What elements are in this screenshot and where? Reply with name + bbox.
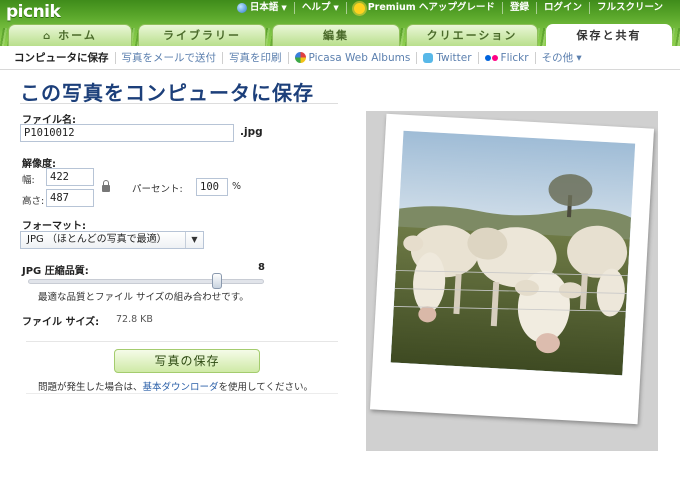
quality-label: JPG 圧縮品質: xyxy=(22,266,89,277)
title-divider xyxy=(20,103,338,104)
language-menu[interactable]: 日本語 ▼ xyxy=(230,2,294,14)
width-input[interactable]: 422 xyxy=(46,168,94,186)
tab-library[interactable]: ライブラリー xyxy=(138,24,266,46)
percent-input[interactable]: 100 xyxy=(196,178,228,196)
help-menu[interactable]: ヘルプ ▼ xyxy=(293,2,346,14)
filesize-label: ファイル サイズ: xyxy=(22,317,100,328)
quality-hint: 最適な品質とファイル サイズの組み合わせです。 xyxy=(38,292,249,303)
basic-downloader-link[interactable]: 基本ダウンローダ xyxy=(143,382,219,393)
sun-icon xyxy=(353,2,365,14)
tab-home-label: ホーム xyxy=(58,29,97,42)
main-tabs: ⌂ ホーム ライブラリー 編集 クリエーション 保存と共有 xyxy=(0,24,680,46)
help-label: ヘルプ xyxy=(301,2,331,13)
subnav-twitter-label: Twitter xyxy=(436,51,472,64)
format-label: フォーマット: xyxy=(22,221,86,232)
quality-slider-handle[interactable] xyxy=(211,273,222,289)
subnav-twitter[interactable]: Twitter xyxy=(416,51,477,64)
percent-unit: % xyxy=(232,181,242,192)
format-select-value: JPG （ほとんどの写真で最適） xyxy=(27,234,167,245)
premium-label: Premium ヘアップグレード xyxy=(367,2,495,13)
page-title: この写真をコンピュータに保存 xyxy=(20,81,314,105)
aspect-lock-icon[interactable] xyxy=(102,180,110,192)
subnav-flickr-label: Flickr xyxy=(500,51,529,64)
chevron-down-icon: ▼ xyxy=(333,4,339,12)
format-select[interactable]: JPG （ほとんどの写真で最適） ▼ xyxy=(20,231,204,249)
tab-home[interactable]: ⌂ ホーム xyxy=(8,24,132,46)
divider xyxy=(26,393,338,394)
top-links: 日本語 ▼ ヘルプ ▼ Premium ヘアップグレード 登録 ログイン フルス… xyxy=(230,2,670,14)
quality-value: 8 xyxy=(258,262,265,273)
app-header: picnik 日本語 ▼ ヘルプ ▼ Premium ヘアップグレード 登録 ロ… xyxy=(0,0,680,46)
globe-icon xyxy=(236,3,247,13)
help-prefix: 問題が発生した場合は、 xyxy=(38,382,143,393)
tab-edit[interactable]: 編集 xyxy=(272,24,400,46)
polaroid-frame xyxy=(369,113,655,425)
chevron-down-icon: ▼ xyxy=(185,232,203,248)
cows-photo-image xyxy=(390,130,636,376)
tab-save-share[interactable]: 保存と共有 xyxy=(546,24,672,46)
subnav-picasa-label: Picasa Web Albums xyxy=(308,51,411,64)
premium-upgrade-link[interactable]: Premium ヘアップグレード xyxy=(345,2,502,14)
chevron-down-icon: ▼ xyxy=(281,4,287,12)
width-label: 幅: xyxy=(22,175,35,186)
subnav-more-menu[interactable]: その他 ▾ xyxy=(534,51,588,64)
subnav-flickr[interactable]: Flickr xyxy=(477,51,535,64)
help-suffix: を使用してください。 xyxy=(218,382,313,393)
home-icon: ⌂ xyxy=(43,31,53,42)
tab-create[interactable]: クリエーション xyxy=(406,24,538,46)
height-input[interactable]: 487 xyxy=(46,189,94,207)
flickr-icon xyxy=(484,54,498,61)
picnik-logo[interactable]: picnik xyxy=(6,2,61,22)
photo-preview xyxy=(390,130,636,376)
sub-navigation: コンピュータに保存 写真をメールで送付 写真を印刷 Picasa Web Alb… xyxy=(0,46,680,70)
language-label: 日本語 xyxy=(249,2,279,13)
save-photo-button[interactable]: 写真の保存 xyxy=(114,349,260,373)
quality-slider-track[interactable] xyxy=(28,279,264,284)
picasa-icon xyxy=(294,52,306,63)
help-text: 問題が発生した場合は、基本ダウンローダを使用してください。 xyxy=(38,379,313,393)
login-link[interactable]: ログイン xyxy=(535,2,589,14)
divider xyxy=(26,341,338,342)
filename-input[interactable]: P1010012 xyxy=(20,124,234,142)
subnav-picasa[interactable]: Picasa Web Albums xyxy=(287,51,417,64)
subnav-save-to-computer[interactable]: コンピュータに保存 xyxy=(10,52,115,64)
height-label: 高さ: xyxy=(22,196,45,207)
twitter-icon xyxy=(423,52,434,63)
register-link[interactable]: 登録 xyxy=(501,2,536,14)
filesize-value: 72.8 KB xyxy=(116,314,153,325)
subnav-email-photo[interactable]: 写真をメールで送付 xyxy=(114,51,223,64)
percent-label: パーセント: xyxy=(132,184,183,195)
photo-preview-area xyxy=(366,111,658,451)
subnav-print-photo[interactable]: 写真を印刷 xyxy=(222,51,288,64)
file-extension: .jpg xyxy=(240,126,263,138)
fullscreen-link[interactable]: フルスクリーン xyxy=(588,2,670,14)
save-panel: この写真をコンピュータに保存 ファイル名: P1010012 .jpg 解像度:… xyxy=(0,71,680,494)
